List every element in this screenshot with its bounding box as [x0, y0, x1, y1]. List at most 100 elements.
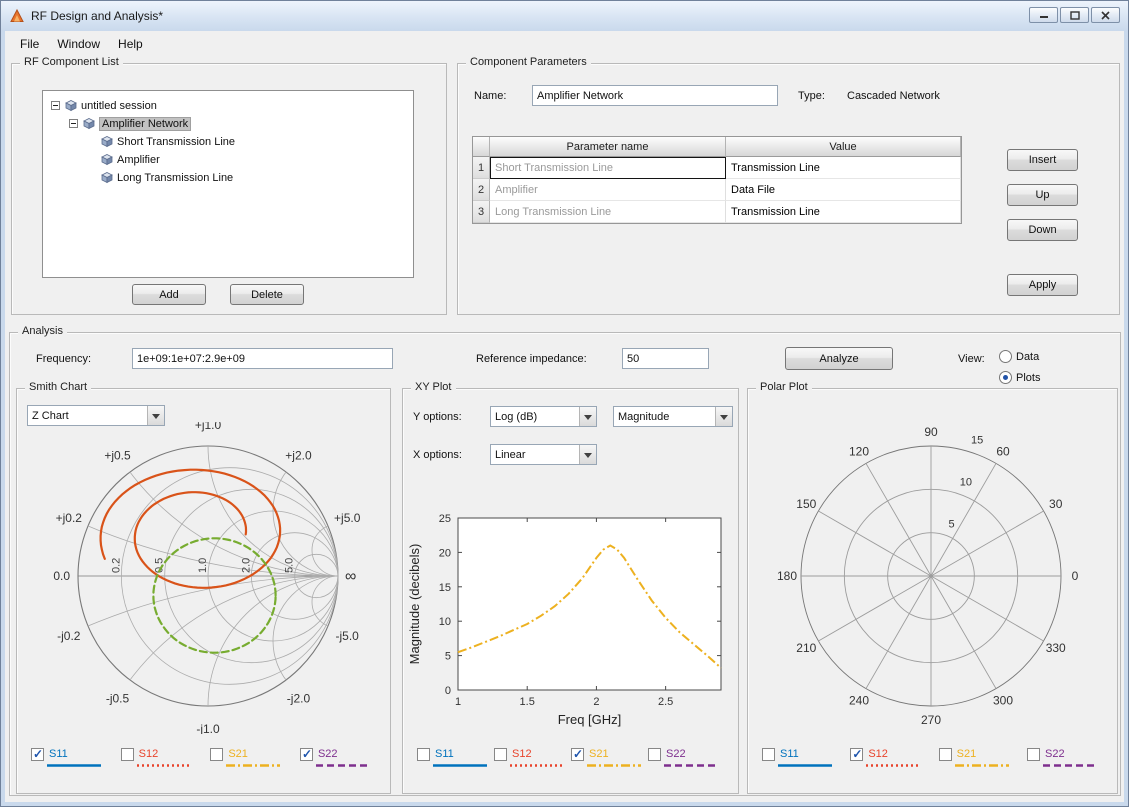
svg-text:0: 0 [1072, 569, 1079, 583]
tree-item-short-transmission-line[interactable]: Short Transmission Line [101, 133, 235, 150]
legend-item-s11: S11 [417, 747, 493, 773]
rf-component-list-title: RF Component List [20, 56, 123, 68]
s22-checkbox[interactable] [1026, 748, 1040, 761]
legend-label: S21 [956, 748, 977, 760]
table-cell-value-2[interactable]: Data File [726, 179, 961, 201]
collapse-icon[interactable] [51, 101, 60, 110]
analyze-button[interactable]: Analyze [785, 347, 893, 370]
svg-text:15: 15 [971, 435, 983, 447]
view-data-label[interactable]: Data [1016, 351, 1039, 363]
down-button[interactable]: Down [1007, 219, 1078, 241]
svg-text:-j1.0: -j1.0 [196, 722, 220, 734]
s21-checkbox[interactable] [210, 748, 224, 761]
svg-text:0.0: 0.0 [53, 569, 70, 583]
insert-button[interactable]: Insert [1007, 149, 1078, 171]
component-parameters-title: Component Parameters [466, 56, 591, 68]
dropdown-button[interactable] [579, 445, 596, 464]
legend-label: S12 [512, 748, 532, 760]
parameter-table: Parameter name Value 1 Short Transmissio… [472, 136, 962, 224]
svg-text:+j1.0: +j1.0 [195, 422, 222, 432]
title-bar[interactable]: RF Design and Analysis* [1, 1, 1128, 31]
apply-button[interactable]: Apply [1007, 274, 1078, 296]
table-cell-param-1[interactable]: Short Transmission Line [490, 157, 726, 179]
dropdown-button[interactable] [715, 407, 732, 426]
maximize-icon [1069, 10, 1080, 20]
minimize-button[interactable] [1029, 7, 1058, 23]
node-cube-icon [101, 172, 113, 184]
maximize-button[interactable] [1060, 7, 1089, 23]
table-cell-value-1[interactable]: Transmission Line [726, 157, 961, 179]
legend-label: S11 [780, 748, 799, 760]
s11-checkbox[interactable] [31, 748, 44, 761]
menu-bar: File Window Help [5, 33, 152, 55]
view-data-radio[interactable] [999, 350, 1012, 363]
svg-text:25: 25 [439, 513, 451, 525]
close-button[interactable] [1091, 7, 1120, 23]
s12-checkbox[interactable] [494, 748, 507, 761]
legend-label: S11 [435, 748, 454, 760]
menu-file[interactable]: File [11, 34, 48, 54]
node-cube-icon [83, 118, 95, 130]
window-title: RF Design and Analysis* [31, 9, 164, 23]
s21-checkbox[interactable] [938, 748, 952, 761]
x-options-dropdown[interactable]: Linear [490, 444, 597, 465]
y-quantity-dropdown[interactable]: Magnitude [613, 406, 733, 427]
row-number: 1 [473, 157, 490, 179]
s11-checkbox[interactable] [417, 748, 430, 761]
s22-checkbox[interactable] [648, 748, 661, 761]
legend-label: S12 [868, 748, 888, 760]
s21-checkbox[interactable] [571, 748, 584, 761]
x-options-value: Linear [495, 448, 526, 461]
svg-text:1.5: 1.5 [520, 696, 535, 708]
svg-text:210: 210 [796, 641, 816, 655]
smith-chart-title: Smith Chart [25, 381, 92, 393]
tree-item-amplifier[interactable]: Amplifier [101, 151, 160, 168]
table-cell-value-3[interactable]: Transmission Line [726, 201, 961, 223]
collapse-icon[interactable] [69, 119, 78, 128]
column-header-value[interactable]: Value [726, 137, 961, 157]
up-button[interactable]: Up [1007, 184, 1078, 206]
add-button[interactable]: Add [132, 284, 206, 305]
polar-plot-axes: 0 30 60 90 120 150 180 210 240 270 300 330 5 10 15 [777, 425, 1079, 727]
s22-checkbox[interactable] [299, 748, 313, 761]
impedance-input[interactable] [622, 348, 709, 369]
y-options-dropdown[interactable]: Log (dB) [490, 406, 597, 427]
svg-text:Magnitude (decibels): Magnitude (decibels) [407, 544, 422, 665]
svg-text:1.0: 1.0 [197, 558, 209, 573]
tree-item-session[interactable]: untitled session [51, 97, 157, 114]
view-plots-radio[interactable] [999, 371, 1012, 384]
smith-chart-plot: +j0.2 -j0.2 +j0.5 -j0.5 +j1.0 -j1.0 +j2.0 -j2.0… [53, 422, 360, 734]
dropdown-button[interactable] [579, 407, 596, 426]
column-header-parameter-name[interactable]: Parameter name [490, 137, 726, 157]
name-input[interactable] [532, 85, 778, 106]
polar-plot-panel: Polar Plot 0 30 60 90 120 150 180 210 240 270 300 3… [747, 381, 1118, 794]
legend-label: S22 [666, 748, 686, 760]
table-cell-param-3[interactable]: Long Transmission Line [490, 201, 726, 223]
node-cube-icon [101, 136, 113, 148]
view-plots-label[interactable]: Plots [1016, 372, 1040, 384]
xy-plot-title: XY Plot [411, 381, 456, 393]
menu-window[interactable]: Window [48, 34, 109, 54]
legend-item-s22: S22 [299, 747, 376, 773]
legend-line-sample [778, 764, 832, 767]
delete-button[interactable]: Delete [230, 284, 304, 305]
svg-text:270: 270 [921, 713, 941, 727]
s11-checkbox[interactable] [762, 748, 775, 761]
x-options-label: X options: [413, 449, 462, 461]
node-cube-icon [101, 154, 113, 166]
tree-item-label: untitled session [81, 99, 157, 112]
s12-checkbox[interactable] [120, 748, 134, 761]
svg-text:-j0.2: -j0.2 [57, 629, 81, 643]
legend-line-sample [954, 764, 1009, 767]
table-cell-param-2[interactable]: Amplifier [490, 179, 726, 201]
xy-plot-axes: 1 1.5 2 2.5 0 5 10 15 20 25 Freq [GHz] Magnitude (d… [407, 513, 722, 727]
menu-help[interactable]: Help [109, 34, 152, 54]
tree-item-long-transmission-line[interactable]: Long Transmission Line [101, 169, 233, 186]
component-tree: untitled session Amplifier Network Short… [42, 90, 414, 278]
tree-item-amplifier-network[interactable]: Amplifier Network [69, 115, 192, 132]
frequency-input[interactable] [132, 348, 393, 369]
svg-text:30: 30 [1049, 497, 1063, 511]
legend-line-sample [510, 764, 564, 767]
s12-checkbox[interactable] [850, 748, 864, 761]
svg-text:90: 90 [924, 425, 938, 439]
